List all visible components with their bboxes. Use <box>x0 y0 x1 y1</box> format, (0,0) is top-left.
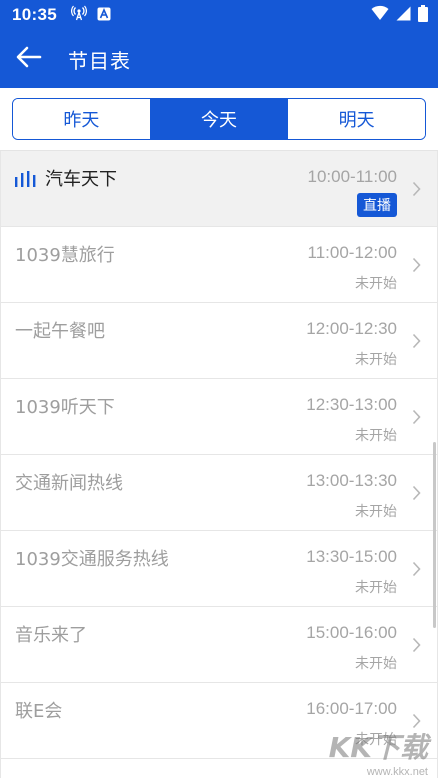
program-name: 交通新闻热线 <box>15 473 123 494</box>
chevron-right-icon <box>412 181 421 201</box>
app-bar: 节目表 <box>0 30 438 88</box>
program-row[interactable]: 一起午餐吧 12:00-12:30 未开始 <box>1 303 437 379</box>
program-name: 联E会 <box>15 701 63 722</box>
a-notification-icon <box>97 6 111 25</box>
program-status: 未开始 <box>355 580 397 596</box>
watermark-text: KK下载 <box>328 731 428 764</box>
chevron-right-icon <box>412 257 421 277</box>
list-scrollbar[interactable] <box>433 442 436 628</box>
program-row[interactable]: 交通新闻热线 13:00-13:30 未开始 <box>1 455 437 531</box>
program-name: 1039交通服务热线 <box>15 549 169 570</box>
live-badge: 直播 <box>357 193 397 217</box>
chevron-right-icon <box>412 637 421 657</box>
wifi-icon <box>371 5 389 25</box>
program-name: 汽车天下 <box>45 169 117 190</box>
tab-tomorrow[interactable]: 明天 <box>287 99 425 139</box>
program-row[interactable]: 音乐来了 15:00-16:00 未开始 <box>1 607 437 683</box>
signal-icon <box>396 6 411 25</box>
antenna-icon <box>71 5 87 25</box>
chevron-right-icon <box>412 561 421 581</box>
program-time: 12:30-13:00 <box>306 395 397 414</box>
program-time: 16:00-17:00 <box>306 699 397 718</box>
chevron-right-icon <box>412 409 421 429</box>
program-status: 未开始 <box>355 504 397 520</box>
arrow-left-icon <box>16 46 42 72</box>
program-row[interactable]: 1039听天下 12:30-13:00 未开始 <box>1 379 437 455</box>
program-row[interactable]: 汽车天下 10:00-11:00 直播 <box>1 151 437 227</box>
watermark-url: www.kkx.net <box>366 766 428 778</box>
page-title: 节目表 <box>68 48 131 73</box>
program-status: 未开始 <box>355 352 397 368</box>
program-time: 15:00-16:00 <box>306 623 397 642</box>
tab-today[interactable]: 今天 <box>149 99 288 139</box>
program-name: 一起午餐吧 <box>15 321 105 342</box>
program-name: 音乐来了 <box>15 625 87 646</box>
program-row[interactable]: 1039慧旅行 11:00-12:00 未开始 <box>1 227 437 303</box>
watermark: KK下载 www.kkx.net <box>328 726 428 778</box>
program-time: 10:00-11:00 <box>307 167 397 186</box>
status-bar: 10:35 <box>0 0 438 30</box>
chevron-right-icon <box>412 485 421 505</box>
back-button[interactable] <box>0 30 58 88</box>
program-row[interactable]: 1039交通服务热线 13:30-15:00 未开始 <box>1 531 437 607</box>
program-list[interactable]: 汽车天下 10:00-11:00 直播 1039慧旅行 11:00-12:00 … <box>0 151 438 778</box>
program-name: 1039听天下 <box>15 397 115 418</box>
battery-icon <box>418 4 428 26</box>
program-time: 13:30-15:00 <box>306 547 397 566</box>
program-time: 11:00-12:00 <box>307 243 397 262</box>
program-status: 未开始 <box>355 276 397 292</box>
program-name: 1039慧旅行 <box>15 245 115 266</box>
tab-yesterday[interactable]: 昨天 <box>13 99 150 139</box>
program-status: 未开始 <box>355 656 397 672</box>
program-time: 13:00-13:30 <box>306 471 397 490</box>
program-time: 12:00-12:30 <box>306 319 397 338</box>
day-tabs: 昨天 今天 明天 <box>12 98 426 140</box>
program-status: 未开始 <box>355 428 397 444</box>
status-time: 10:35 <box>12 5 57 24</box>
chevron-right-icon <box>412 333 421 353</box>
live-audio-icon <box>15 171 37 191</box>
